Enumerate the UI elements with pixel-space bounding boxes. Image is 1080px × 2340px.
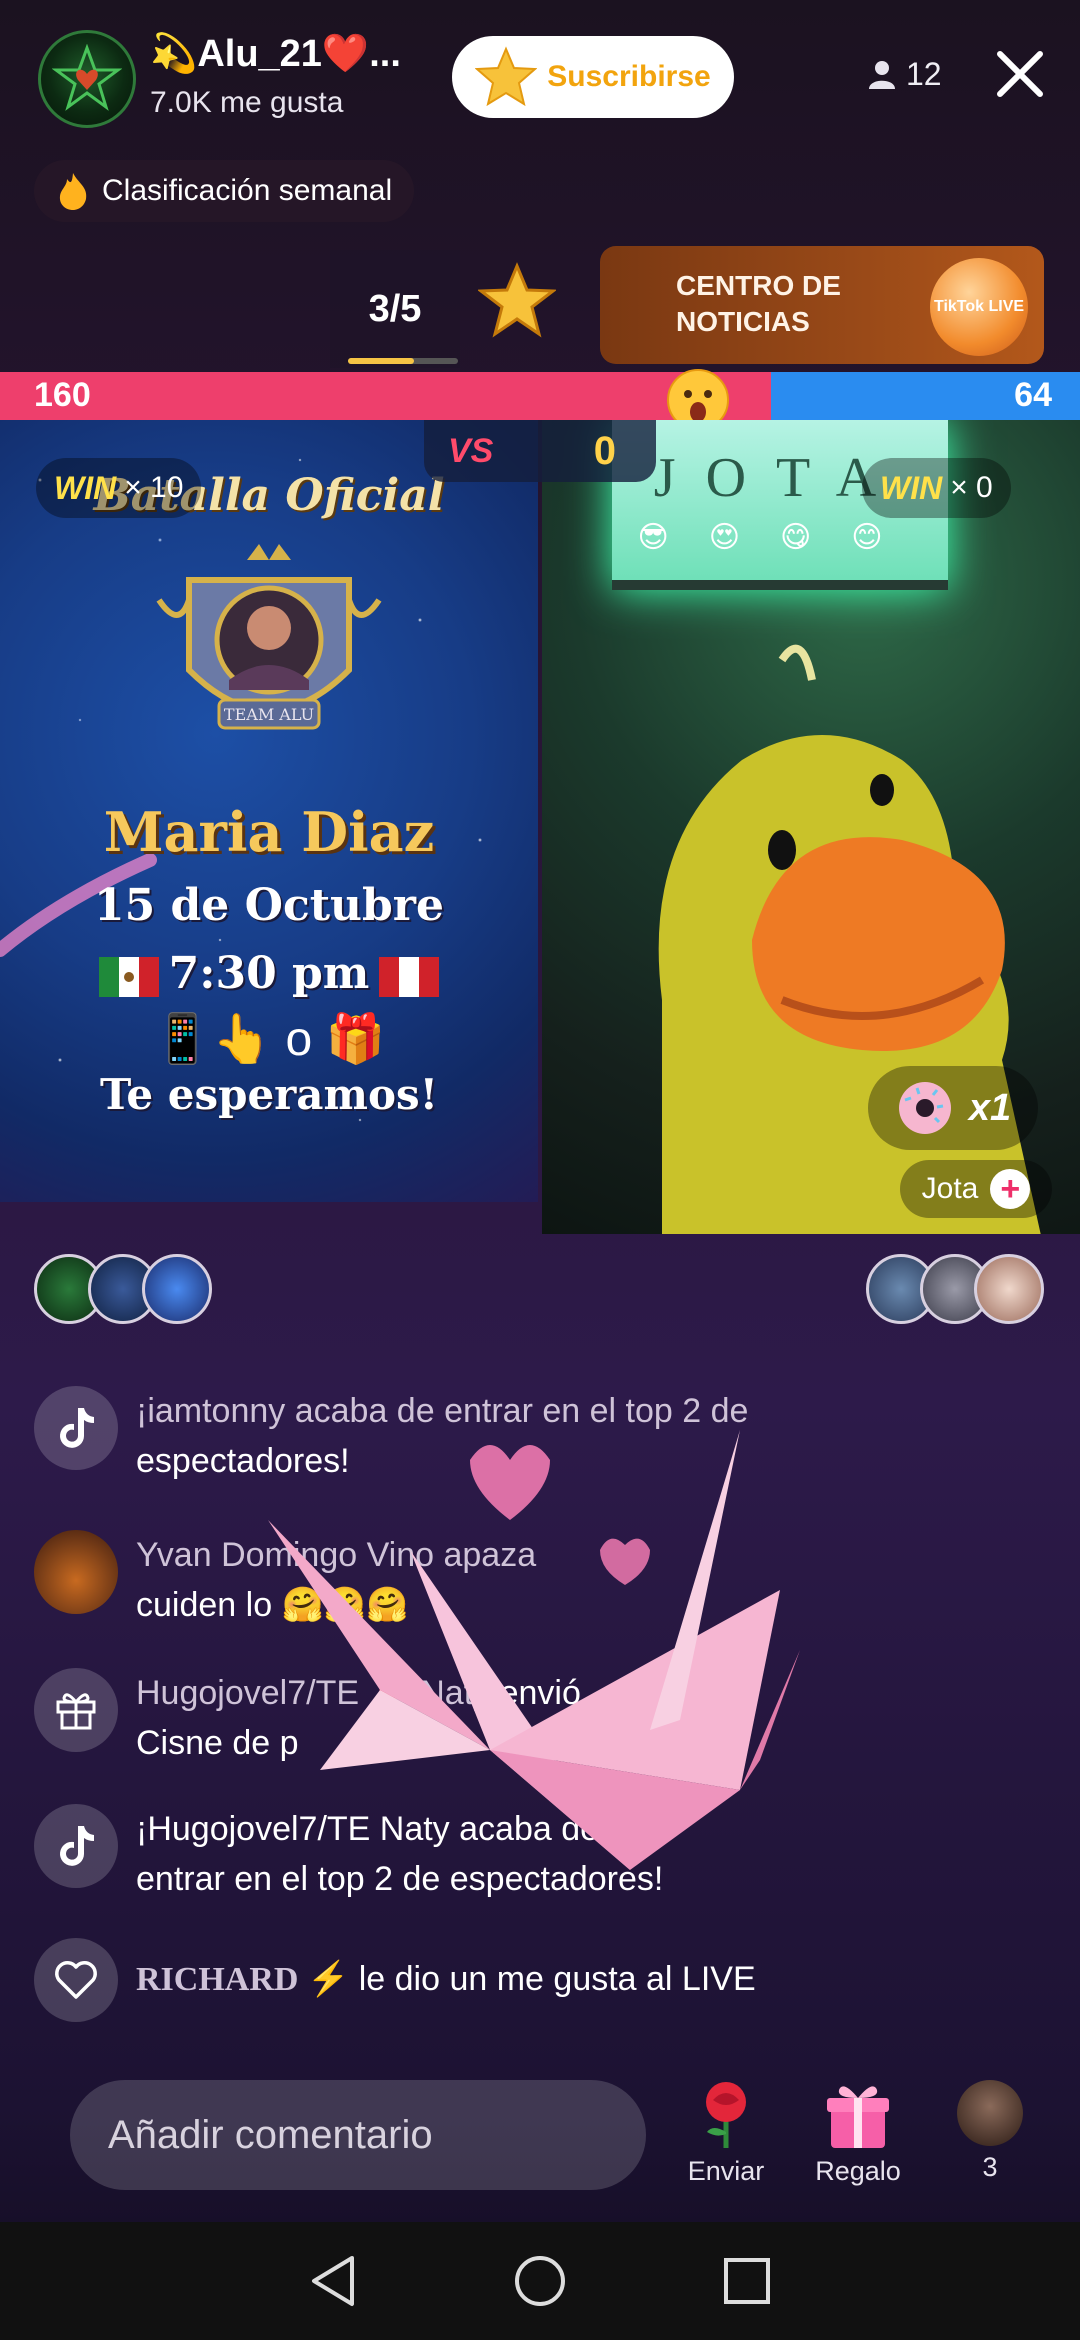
recents-icon[interactable] [722, 2256, 772, 2306]
back-icon[interactable] [308, 2254, 358, 2308]
host-name[interactable]: 💫Alu_21❤️... [150, 32, 401, 76]
gift-combo-pill: x1 [868, 1066, 1038, 1150]
left-win-label: WIN [54, 469, 117, 506]
poster-welcome: Te esperamos! [99, 1070, 439, 1119]
gift-button[interactable]: Regalo [808, 2080, 908, 2187]
viewer-count-value: 12 [906, 56, 942, 92]
left-stream-video[interactable]: Batalla Oficial TEAM ALU Maria Diaz 15 d… [0, 420, 538, 1202]
star-event-icon[interactable] [478, 262, 556, 340]
comment-placeholder: Añadir comentario [108, 2112, 433, 2157]
vs-label: VS [448, 431, 494, 470]
host-avatar[interactable] [38, 30, 136, 128]
viewer-count[interactable]: 12 [868, 56, 942, 93]
weekly-ranking-pill[interactable]: Clasificación semanal [34, 160, 415, 222]
news-center-label: CENTRO DE NOTICIAS [676, 270, 841, 337]
opponent-follow-pill[interactable]: Jota + [900, 1160, 1052, 1218]
round-progress-fill [348, 358, 414, 364]
weekly-ranking-label: Clasificación semanal [102, 174, 393, 207]
subscribe-button[interactable]: Suscribirse [452, 36, 734, 118]
follow-plus-icon[interactable]: + [990, 1169, 1031, 1209]
left-score: 160 [34, 376, 91, 414]
right-win-badge: WIN × 0 [862, 458, 1011, 518]
peru-flag-icon [379, 956, 440, 997]
subscribe-label: Suscribirse [547, 60, 711, 93]
round-value: 3/5 [368, 287, 422, 330]
chat-user: ¡iamtonny acaba de entrar en el top 2 de [136, 1392, 749, 1430]
supporter-avatar[interactable] [974, 1254, 1044, 1324]
left-win-count: × 10 [124, 471, 184, 504]
gift-combo-count: x1 [968, 1086, 1012, 1129]
round-indicator[interactable]: 3/5 [330, 250, 460, 368]
crest-label: TEAM ALU [224, 705, 314, 724]
tiktok-icon [34, 1386, 118, 1470]
paper-crane-gift-animation [268, 1430, 800, 1870]
viewer-avatar [957, 2080, 1023, 2146]
gift-label: Regalo [815, 2156, 901, 2186]
poster-icons: 📱👆 o 🎁 [152, 1013, 386, 1066]
news-center-banner[interactable]: CENTRO DE NOTICIAS TikTok LIVE [600, 246, 1044, 364]
left-top-supporters[interactable] [34, 1254, 212, 1324]
viewers-button[interactable]: 3 [940, 2080, 1040, 2183]
chat-text: le dio un me gusta al LIVE [358, 1960, 756, 1998]
supporter-avatar[interactable] [142, 1254, 212, 1324]
right-win-label: WIN [880, 469, 943, 506]
system-nav-bar [0, 2222, 1080, 2340]
avatar[interactable] [34, 1530, 118, 1614]
vs-score: 0 [593, 428, 616, 473]
battle-score-bar [0, 372, 1080, 420]
chat-user[interactable]: RICHARD ⚡ [136, 1961, 349, 1998]
close-icon[interactable] [990, 44, 1050, 104]
round-progress-bar [348, 358, 458, 364]
left-win-badge: WIN × 10 [36, 458, 202, 518]
battle-bar-left [0, 372, 772, 420]
star-icon [475, 46, 538, 107]
person-icon [869, 60, 895, 89]
star-emblem-icon [52, 44, 122, 111]
mexico-flag-icon [98, 956, 159, 997]
home-icon[interactable] [513, 2254, 567, 2308]
rose-icon [706, 2082, 746, 2148]
poster-time: 7:30 pm [0, 948, 538, 999]
vs-indicator: VS 0 [424, 420, 656, 482]
tiktok-live-badge: TikTok LIVE [930, 258, 1028, 356]
host-likes: 7.0K me gusta [150, 86, 344, 119]
fire-icon [59, 173, 87, 210]
poster-time-value: 7:30 pm [168, 948, 370, 999]
heart-icon [34, 1938, 118, 2022]
gift-icon [34, 1668, 118, 1752]
poster-date: 15 de Octubre [93, 880, 444, 931]
poster-name: Maria Diaz [103, 800, 435, 864]
tiktok-icon [34, 1804, 118, 1888]
opponent-name: Jota [921, 1172, 979, 1205]
send-label: Enviar [687, 2156, 765, 2186]
chat-message: RICHARD ⚡ le dio un me gusta al LIVE [34, 1938, 1044, 2022]
viewers-count-label: 3 [982, 2152, 998, 2182]
crest-emblem: TEAM ALU [156, 544, 382, 730]
gift-box-icon [827, 2086, 889, 2148]
donut-icon [898, 1082, 951, 1134]
right-top-supporters[interactable] [866, 1254, 1044, 1324]
right-score: 64 [1014, 376, 1052, 414]
right-win-count: × 0 [950, 471, 993, 504]
comment-input[interactable]: Añadir comentario [70, 2080, 646, 2190]
send-rose-button[interactable]: Enviar [676, 2080, 776, 2187]
